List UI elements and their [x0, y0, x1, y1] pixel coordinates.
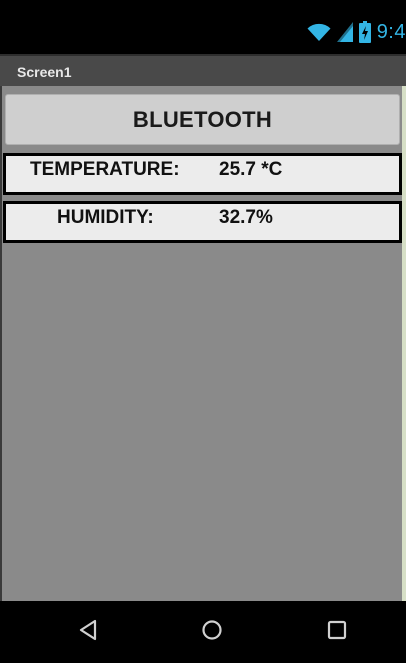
- left-edge-divider: [0, 86, 2, 601]
- app-title-bar: Screen1: [0, 54, 406, 86]
- humidity-value: 32.7%: [219, 207, 273, 228]
- right-edge-strip: [402, 86, 406, 601]
- navigation-bar: [0, 601, 406, 663]
- temperature-row: TEMPERATURE: 25.7 *C: [3, 153, 402, 195]
- screen-title: Screen1: [17, 64, 72, 80]
- recent-apps-button[interactable]: [320, 615, 354, 649]
- back-button[interactable]: [71, 615, 105, 649]
- home-button[interactable]: [195, 615, 229, 649]
- humidity-row: HUMIDITY: 32.7%: [3, 201, 402, 243]
- clock: 9:4: [376, 20, 406, 43]
- bluetooth-button[interactable]: BLUETOOTH: [5, 94, 400, 145]
- back-icon: [77, 619, 99, 646]
- humidity-label: HUMIDITY:: [57, 207, 154, 228]
- temperature-value: 25.7 *C: [219, 159, 283, 180]
- app-content: BLUETOOTH TEMPERATURE: 25.7 *C HUMIDITY:…: [0, 86, 406, 601]
- wifi-icon: [307, 22, 331, 42]
- battery-charging-icon: [358, 21, 371, 43]
- phone-screen: 9:4 Screen1 BLUETOOTH TEMPERATURE: 25.7 …: [0, 0, 406, 663]
- recent-apps-icon: [326, 619, 348, 646]
- temperature-label: TEMPERATURE:: [30, 159, 180, 180]
- signal-icon: [336, 22, 353, 42]
- status-bar: 9:4: [0, 0, 406, 54]
- home-icon: [201, 619, 223, 646]
- status-icons: 9:4: [307, 20, 406, 44]
